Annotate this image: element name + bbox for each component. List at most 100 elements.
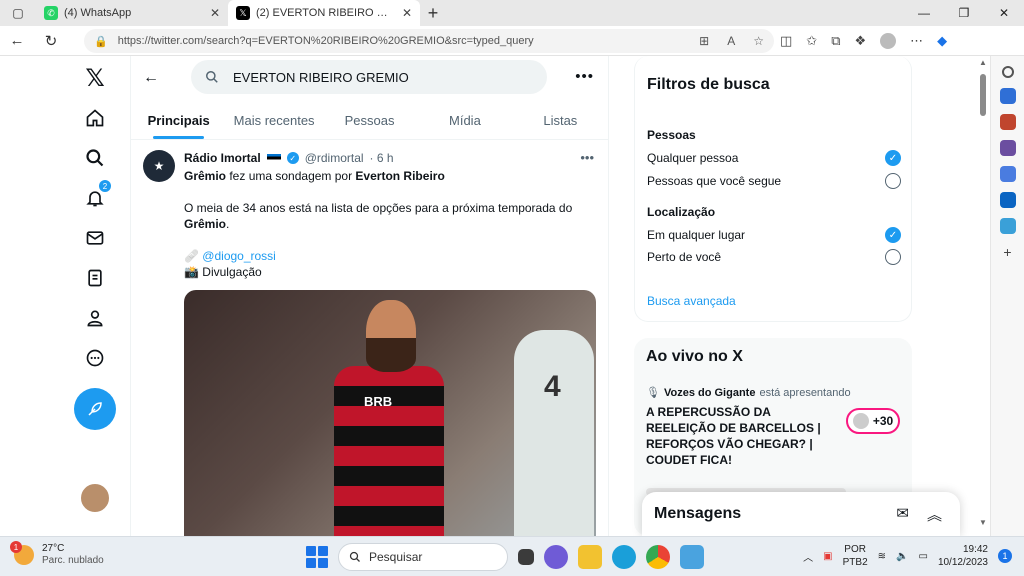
- space-title[interactable]: A REPERCUSSÃO DA REELEIÇÃO DE BARCELLOS …: [646, 404, 836, 468]
- listeners-pill[interactable]: +30: [846, 408, 900, 434]
- tab-mais-recentes[interactable]: Mais recentes: [226, 102, 321, 139]
- back-arrow-icon[interactable]: ←: [131, 69, 171, 87]
- radio-checked-icon[interactable]: ✓: [885, 150, 901, 166]
- filter-option-anywhere[interactable]: Em qualquer lugar ✓: [647, 227, 901, 243]
- taskbar-search-input[interactable]: Pesquisar: [338, 543, 508, 571]
- speaker-muted-icon[interactable]: 🔈: [896, 551, 908, 562]
- scroll-up-icon[interactable]: ▲: [979, 58, 987, 67]
- home-icon[interactable]: [77, 100, 113, 136]
- tweet-handle[interactable]: @rdimortal: [305, 151, 364, 165]
- new-message-icon[interactable]: ✉: [896, 504, 909, 525]
- search-icon: [206, 71, 218, 83]
- copilot-icon[interactable]: ◆: [937, 33, 947, 49]
- x-logo-icon[interactable]: 𝕏: [77, 60, 113, 96]
- more-menu-icon[interactable]: ⋯: [910, 33, 923, 49]
- background-player: 4: [514, 330, 594, 536]
- search-sidebar-icon[interactable]: [1001, 66, 1014, 78]
- collections-icon[interactable]: ⧉: [831, 33, 840, 49]
- filter-option-any-person[interactable]: Qualquer pessoa ✓: [647, 150, 901, 166]
- feather-icon: [88, 402, 102, 416]
- host-name[interactable]: Vozes do Gigante: [664, 387, 755, 399]
- minimize-button[interactable]: —: [904, 0, 944, 26]
- tweet-time[interactable]: · 6 h: [370, 151, 394, 165]
- bold-text: Grêmio: [184, 169, 227, 183]
- tweet[interactable]: ★ Rádio Imortal ✓ @rdimortal · 6 h ••• G…: [131, 140, 608, 536]
- tab-principais[interactable]: Principais: [131, 102, 226, 139]
- split-screen-icon[interactable]: ◫: [780, 33, 792, 49]
- back-button[interactable]: ←: [0, 32, 34, 49]
- tab-listas[interactable]: Listas: [513, 102, 608, 139]
- profile-avatar[interactable]: [880, 33, 897, 49]
- radio-checked-icon[interactable]: ✓: [885, 227, 901, 243]
- input-language[interactable]: POR PTB2: [843, 543, 868, 569]
- close-window-button[interactable]: ✕: [984, 0, 1024, 26]
- profile-icon[interactable]: [77, 300, 113, 336]
- outlook-icon[interactable]: [999, 192, 1016, 208]
- search-input[interactable]: EVERTON RIBEIRO GREMIO: [191, 60, 547, 94]
- tab-midia[interactable]: Mídia: [417, 102, 512, 139]
- close-icon[interactable]: ✕: [402, 6, 412, 20]
- clock[interactable]: 19:42 10/12/2023: [938, 543, 988, 569]
- tweet-author-avatar[interactable]: ★: [143, 150, 175, 182]
- wifi-icon[interactable]: ≋: [878, 551, 886, 562]
- notepad-icon[interactable]: [680, 545, 704, 569]
- account-avatar[interactable]: [79, 482, 111, 514]
- scroll-down-icon[interactable]: ▼: [979, 518, 987, 527]
- app-tray-icon[interactable]: ▣: [823, 551, 832, 562]
- tab-actions-icon[interactable]: ▢: [0, 0, 36, 26]
- extensions-icon[interactable]: ❖: [855, 33, 867, 49]
- app-available-icon[interactable]: ⊞: [699, 34, 709, 48]
- games-icon[interactable]: [999, 140, 1016, 156]
- lists-icon[interactable]: [77, 260, 113, 296]
- edge-browser-icon[interactable]: [612, 545, 636, 569]
- tweet-author-name[interactable]: Rádio Imortal: [184, 151, 261, 165]
- favorites-icon[interactable]: ✩: [806, 33, 817, 49]
- chrome-icon[interactable]: [646, 545, 670, 569]
- microsoft-365-icon[interactable]: [999, 166, 1016, 182]
- advanced-search-link[interactable]: Busca avançada: [647, 294, 736, 308]
- shopping-icon[interactable]: [999, 88, 1016, 104]
- maximize-button[interactable]: ❐: [944, 0, 984, 26]
- favorite-star-icon[interactable]: ☆: [753, 34, 764, 48]
- weather-widget[interactable]: 1 27°C Parc. nublado: [10, 541, 104, 567]
- tools-icon[interactable]: [999, 114, 1016, 130]
- new-tab-button[interactable]: +: [420, 0, 446, 26]
- file-explorer-icon[interactable]: [578, 545, 602, 569]
- filter-option-people-you-follow[interactable]: Pessoas que você segue: [647, 173, 901, 189]
- tab-pessoas[interactable]: Pessoas: [322, 102, 417, 139]
- address-bar[interactable]: 🔒 https://twitter.com/search?q=EVERTON%2…: [84, 29, 774, 53]
- radio-unchecked-icon[interactable]: [885, 249, 901, 265]
- more-circle-icon[interactable]: [77, 340, 113, 376]
- read-aloud-icon[interactable]: A: [727, 34, 735, 48]
- close-icon[interactable]: ✕: [210, 6, 220, 20]
- tweet-image[interactable]: 4 BRB: [184, 290, 596, 536]
- tweet-more-icon[interactable]: •••: [580, 150, 594, 165]
- notifications-bell-icon[interactable]: 2: [77, 180, 113, 216]
- page-scrollbar[interactable]: ▲ ▼: [978, 56, 988, 536]
- search-icon: [349, 551, 360, 562]
- windows-start-icon[interactable]: [306, 546, 328, 568]
- add-icon[interactable]: +: [1000, 244, 1016, 260]
- tab-whatsapp[interactable]: ✆ (4) WhatsApp ✕: [36, 0, 228, 26]
- taskbar-search-placeholder: Pesquisar: [369, 550, 423, 564]
- filter-option-near-you[interactable]: Perto de você: [647, 249, 901, 265]
- drop-icon[interactable]: [999, 218, 1016, 234]
- search-options-icon[interactable]: •••: [575, 68, 594, 85]
- messages-drawer[interactable]: Mensagens ✉ ︽: [642, 492, 960, 536]
- battery-icon[interactable]: ▭: [918, 551, 927, 562]
- scroll-thumb[interactable]: [980, 74, 986, 116]
- notification-count-badge[interactable]: 1: [998, 549, 1012, 563]
- radio-unchecked-icon[interactable]: [885, 173, 901, 189]
- mention-link[interactable]: @diogo_rossi: [202, 249, 276, 263]
- messages-mail-icon[interactable]: [77, 220, 113, 256]
- expand-chevron-icon[interactable]: ︽: [927, 504, 942, 525]
- filters-title: Filtros de busca: [647, 76, 770, 93]
- chat-icon[interactable]: [544, 545, 568, 569]
- explore-search-icon[interactable]: [77, 140, 113, 176]
- whatsapp-icon: ✆: [44, 6, 58, 20]
- tab-x-search[interactable]: 𝕏 (2) EVERTON RIBEIRO GREMIO - Pesquisa …: [228, 0, 420, 26]
- post-button[interactable]: [74, 388, 116, 430]
- task-view-icon[interactable]: [518, 549, 534, 565]
- show-hidden-icons-icon[interactable]: ︿: [803, 549, 813, 564]
- refresh-button[interactable]: ↻: [34, 32, 68, 50]
